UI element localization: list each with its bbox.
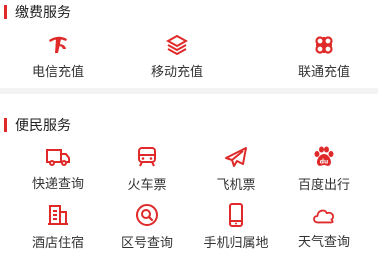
- delivery-truck-icon: [45, 146, 71, 167]
- telecom-recharge-tile[interactable]: 电信充值: [13, 34, 103, 80]
- airplane-icon: [223, 146, 249, 168]
- weather-query-tile[interactable]: 天气查询: [279, 204, 369, 250]
- baidu-paw-icon: du: [311, 146, 337, 168]
- tile-label: 电信充值: [31, 65, 84, 80]
- tile-label: 联通充值: [297, 65, 350, 80]
- train-ticket-tile[interactable]: 火车票: [102, 146, 192, 193]
- hotel-building-icon: [45, 204, 71, 226]
- phone-location-tile[interactable]: 手机归属地: [191, 203, 281, 251]
- tile-label: 区号查询: [120, 236, 173, 251]
- section-accent-bar: [4, 118, 7, 132]
- tile-label: 飞机票: [216, 178, 256, 193]
- payment-section-header: 缴费服务: [0, 2, 71, 22]
- section-divider: [0, 88, 378, 94]
- tile-label: 酒店住宿: [31, 236, 84, 251]
- tile-label: 百度出行: [297, 178, 350, 193]
- baidu-travel-tile[interactable]: du 百度出行: [279, 146, 369, 193]
- tile-label: 火车票: [127, 178, 167, 193]
- china-unicom-icon: [311, 34, 337, 55]
- china-mobile-icon: [164, 34, 190, 55]
- china-telecom-icon: [45, 34, 71, 55]
- tile-label: 天气查询: [297, 235, 350, 250]
- section-accent-bar: [4, 5, 7, 19]
- hotel-tile[interactable]: 酒店住宿: [13, 204, 103, 251]
- section-title: 便民服务: [15, 118, 71, 134]
- tile-label: 手机归属地: [203, 236, 269, 251]
- tile-label: 移动充值: [150, 65, 203, 80]
- train-icon: [134, 146, 160, 168]
- convenience-section-header: 便民服务: [0, 115, 71, 135]
- flight-ticket-tile[interactable]: 飞机票: [191, 146, 281, 193]
- magnifier-icon: [134, 204, 160, 226]
- express-query-tile[interactable]: 快递查询: [13, 146, 103, 192]
- tile-label: 快递查询: [31, 177, 84, 192]
- cloud-icon: [311, 204, 337, 225]
- svg-text:du: du: [320, 159, 329, 166]
- unicom-recharge-tile[interactable]: 联通充值: [279, 34, 369, 80]
- mobile-phone-icon: [223, 203, 249, 227]
- mobile-recharge-tile[interactable]: 移动充值: [132, 34, 222, 80]
- section-title: 缴费服务: [15, 5, 71, 21]
- area-code-query-tile[interactable]: 区号查询: [102, 204, 192, 251]
